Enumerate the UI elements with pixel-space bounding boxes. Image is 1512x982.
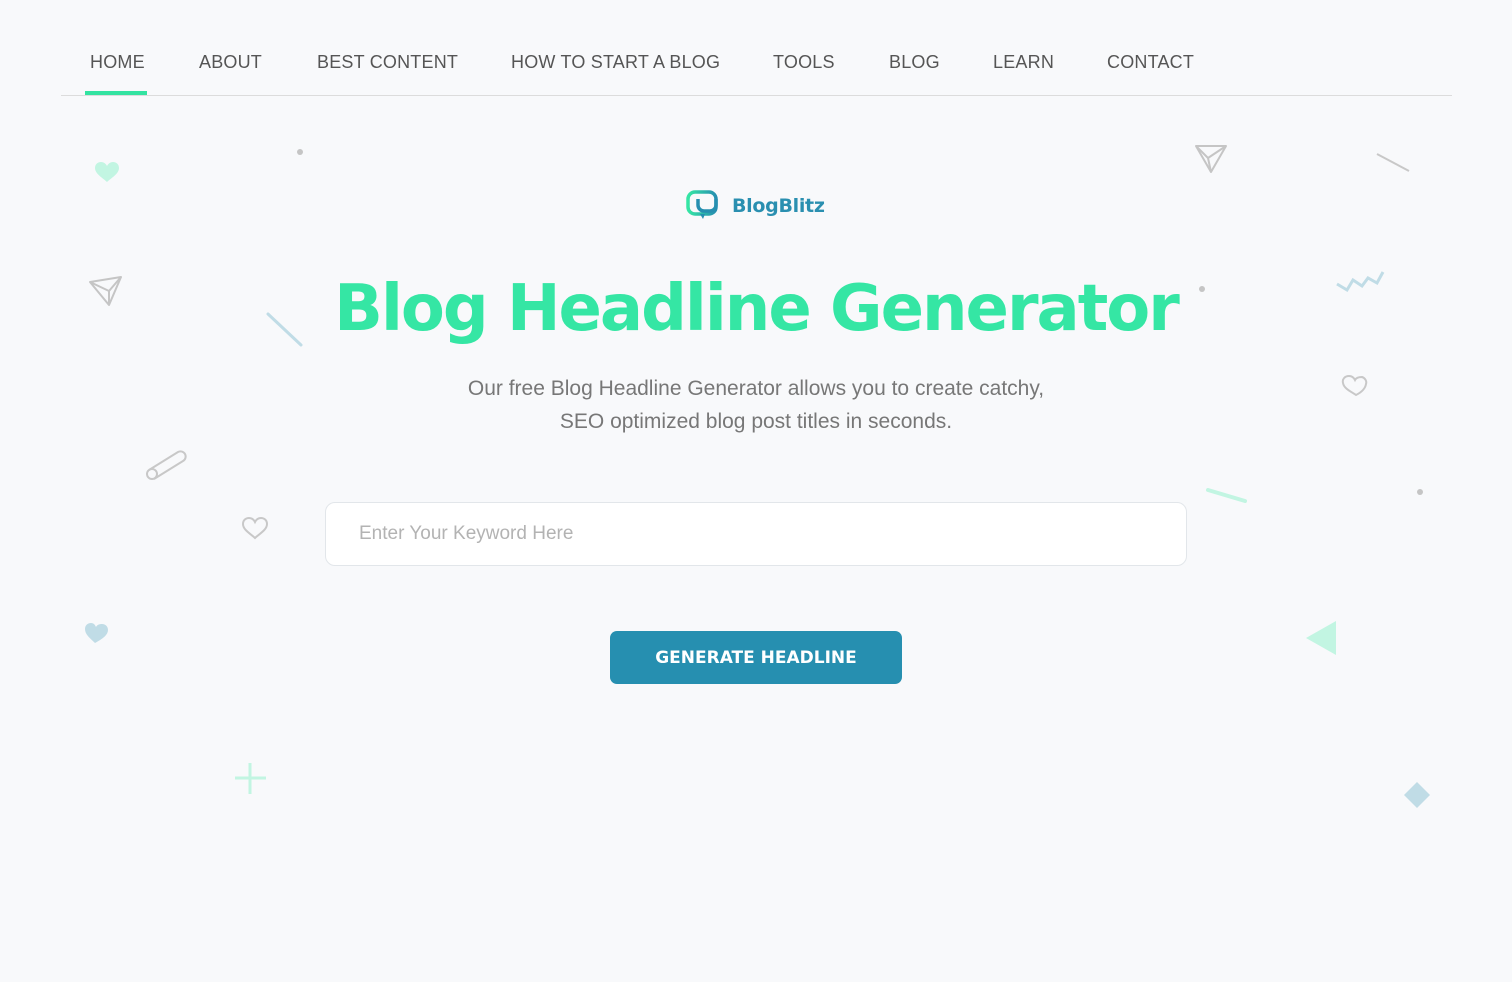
heart-outline-icon [1341,374,1368,397]
decorative-shapes [85,145,1430,808]
dot-icon [297,149,303,155]
diamond-icon [1404,782,1430,808]
pill-icon [146,450,187,480]
heart-outline-icon [241,516,269,540]
heart-icon [95,162,119,182]
line-shape [1376,153,1410,172]
plus-icon [235,763,266,794]
line-shape [1206,488,1247,503]
heart-icon [85,623,108,643]
paper-plane-icon [89,276,122,306]
triangle-icon [1306,621,1336,655]
dot-icon [1417,489,1423,495]
dot-icon [1199,286,1205,292]
paper-plane-icon [1195,145,1227,173]
zigzag-icon [1336,271,1385,293]
line-shape [266,312,303,347]
